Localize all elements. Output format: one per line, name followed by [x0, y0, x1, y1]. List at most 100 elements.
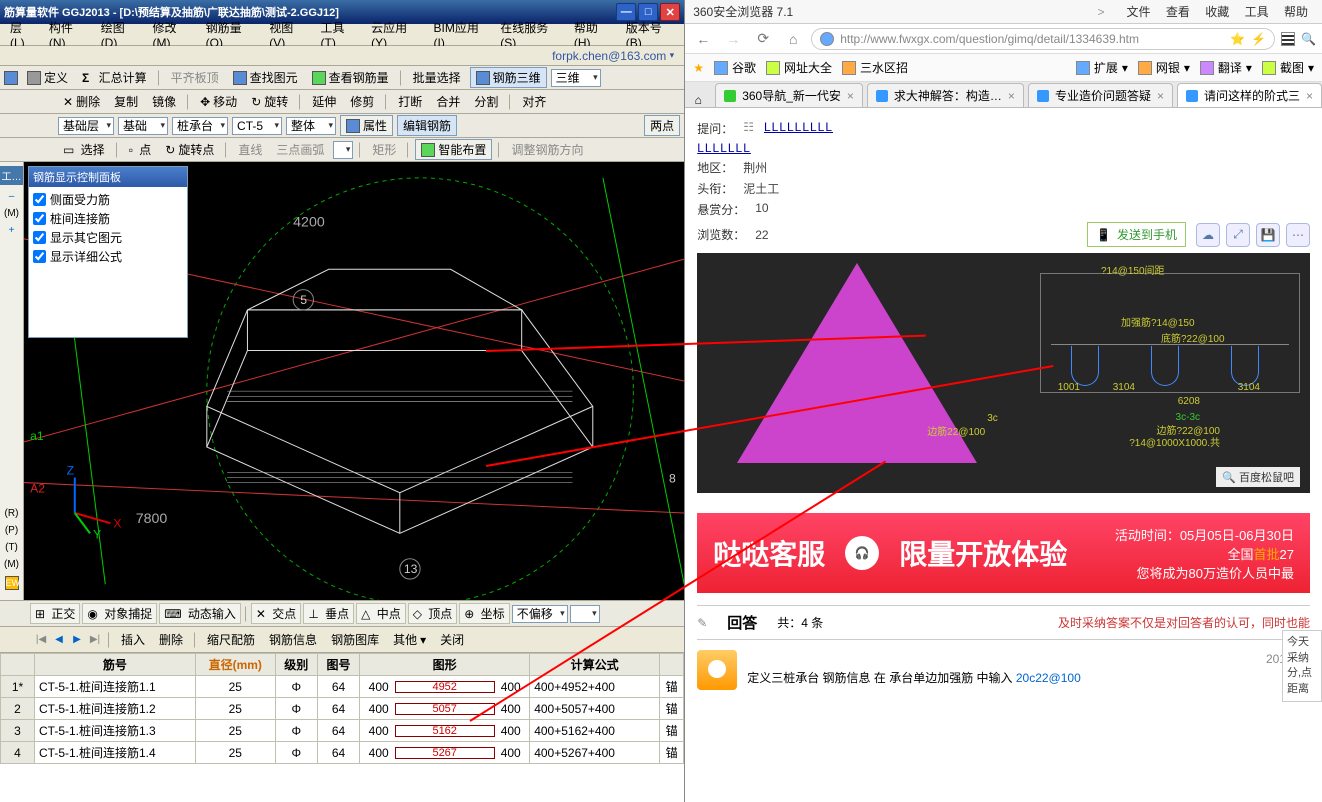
trim-button[interactable]: 修剪 [345, 91, 379, 112]
lightning-icon[interactable]: ⚡ [1251, 32, 1266, 46]
col-dia[interactable]: 直径(mm) [195, 654, 275, 676]
next-button[interactable]: ▶ [70, 633, 84, 647]
tab-close-icon[interactable]: × [1157, 89, 1164, 103]
bm-sites[interactable]: 网址大全 [766, 59, 832, 76]
browser-tab[interactable]: 专业造价问题答疑× [1028, 83, 1173, 107]
bm-file[interactable]: 文件 [1127, 5, 1151, 19]
align-button[interactable]: 对齐 [517, 91, 551, 112]
bm-google[interactable]: 谷歌 [714, 59, 756, 76]
rotate-point-tool[interactable]: ↻旋转点 [160, 139, 219, 160]
rebar-lib-button[interactable]: 钢筋图库 [326, 629, 384, 650]
browser-tab[interactable]: 360导航_新一代安× [715, 83, 863, 107]
forward-button[interactable]: → [721, 27, 745, 51]
insert-row-button[interactable]: 插入 [116, 629, 150, 650]
reload-button[interactable]: ⟳ [751, 27, 775, 51]
category-dropdown[interactable]: 基础 [118, 117, 168, 135]
bm-sanshui[interactable]: 三水区招 [842, 59, 908, 76]
offset-value-dropdown[interactable] [570, 605, 600, 623]
col-pic[interactable]: 图号 [317, 654, 359, 676]
prev-button[interactable]: ◀ [52, 633, 66, 647]
qr-icon[interactable] [1281, 32, 1295, 46]
screenshot-button[interactable]: 截图▾ [1262, 59, 1314, 76]
rebar-display-panel[interactable]: 钢筋显示控制面板 侧面受力筋 桩间连接筋 显示其它图元 显示详细公式 [28, 166, 188, 338]
col-shape[interactable]: 图形 [360, 654, 530, 676]
merge-button[interactable]: 合并 [431, 91, 465, 112]
draw-more-dropdown[interactable] [333, 141, 353, 159]
sum-button[interactable]: Σ 汇总计算 [77, 67, 152, 88]
delete-row-button[interactable]: 删除 [154, 629, 188, 650]
url-input[interactable]: http://www.fwxgx.com/question/gimq/detai… [811, 28, 1275, 50]
side-strip-label-1[interactable]: (M) [4, 208, 19, 219]
tab-close-icon[interactable]: × [1306, 89, 1313, 103]
cloud-icon[interactable]: ☁ [1196, 223, 1220, 247]
dyn-toggle[interactable]: ⌨ 动态输入 [159, 603, 241, 624]
find-pic-button[interactable]: 查找图元 [228, 67, 303, 88]
table-row[interactable]: 4CT-5-1.桩间连接筋1.425Φ644005267400400+5267+… [1, 742, 684, 764]
first-button[interactable]: |◀ [34, 633, 48, 647]
side-strip-label-3[interactable]: (P) [5, 525, 18, 536]
user-email[interactable]: forpk.chen@163.com [552, 49, 666, 63]
back-button[interactable]: ← [691, 27, 715, 51]
send-mobile-button[interactable]: 📱 发送到手机 [1087, 222, 1186, 247]
table-row[interactable]: 2CT-5-1.桩间连接筋1.225Φ644005057400400+5057+… [1, 698, 684, 720]
question-link-2[interactable]: LLLLLLL [697, 141, 751, 155]
fav-icon[interactable]: ★ [693, 61, 704, 75]
bank-button[interactable]: 网银▾ [1138, 59, 1190, 76]
opt-detail[interactable]: 显示详细公式 [33, 248, 183, 265]
select-tool[interactable]: ▭ 选择 [58, 139, 110, 160]
opt-other[interactable]: 显示其它图元 [33, 229, 183, 246]
ext-button[interactable]: 扩展▾ [1076, 59, 1128, 76]
mirror-button[interactable]: 镜像 [147, 91, 181, 112]
home-button[interactable]: ⌂ [781, 27, 805, 51]
extend-button[interactable]: 延伸 [307, 91, 341, 112]
adjust-dir-button[interactable]: 调整钢筋方向 [506, 139, 588, 160]
side-strip-label-2[interactable]: (R) [5, 508, 19, 519]
model-viewport[interactable]: 钢筋显示控制面板 侧面受力筋 桩间连接筋 显示其它图元 显示详细公式 [24, 162, 684, 600]
arc-tool[interactable]: 三点画弧 [271, 139, 329, 160]
close-table-button[interactable]: 关闭 [435, 629, 469, 650]
browser-tab[interactable]: 求大神解答：构造…× [867, 83, 1024, 107]
3d-dropdown[interactable]: 三维 [551, 69, 601, 87]
col-name[interactable]: 筋号 [35, 654, 196, 676]
bm-tool[interactable]: 工具 [1245, 5, 1269, 19]
translate-button[interactable]: 翻译▾ [1200, 59, 1252, 76]
type-dropdown[interactable]: 桩承台 [172, 117, 228, 135]
view-rebar-button[interactable]: 查看钢筋量 [307, 67, 394, 88]
ew-icon[interactable]: EW [5, 576, 19, 590]
line-tool[interactable]: 直线 [233, 139, 267, 160]
rebar-info-button[interactable]: 钢筋信息 [264, 629, 322, 650]
new-icon[interactable] [4, 71, 18, 85]
table-row[interactable]: 3CT-5-1.桩间连接筋1.325Φ644005162400400+5162+… [1, 720, 684, 742]
rebar-table[interactable]: 筋号 直径(mm) 级别 图号 图形 计算公式 1*CT-5-1.桩间连接筋1.… [0, 652, 684, 802]
search-icon[interactable]: 🔍 [1301, 32, 1316, 46]
flat-button[interactable]: 平齐板顶 [166, 67, 224, 88]
side-strip-header[interactable]: 工… [0, 166, 23, 185]
mid-toggle[interactable]: △ 中点 [356, 603, 406, 624]
bm-help[interactable]: 帮助 [1284, 5, 1308, 19]
rotate-button[interactable]: ↻旋转 [246, 91, 293, 112]
inter-toggle[interactable]: ✕ 交点 [251, 603, 301, 624]
save-icon[interactable]: 💾 [1256, 223, 1280, 247]
coord-toggle[interactable]: ⊕ 坐标 [459, 603, 509, 624]
promo-banner[interactable]: 哒哒客服 🎧 限量开放体验 活动时间：05月05日-06月30日 全国首批27 … [697, 513, 1310, 593]
rect-tool[interactable]: 矩形 [367, 139, 401, 160]
more-icon[interactable]: ⋯ [1286, 223, 1310, 247]
ortho-toggle[interactable]: ⊞ 正交 [30, 603, 80, 624]
split-button[interactable]: 分割 [469, 91, 503, 112]
snap-toggle[interactable]: ◉ 对象捕捉 [82, 603, 157, 624]
edit-rebar-button[interactable]: 编辑钢筋 [397, 115, 457, 136]
apex-toggle[interactable]: ◇ 顶点 [408, 603, 458, 624]
two-point-button[interactable]: 两点 [644, 115, 680, 136]
rebar-3d-button[interactable]: 钢筋三维 [470, 67, 547, 88]
home-tab[interactable]: ⌂ [685, 93, 711, 107]
last-button[interactable]: ▶| [88, 633, 102, 647]
attribute-button[interactable]: 属性 [340, 115, 393, 136]
scale-rebar-button[interactable]: 缩尺配筋 [202, 629, 260, 650]
side-strip-label-5[interactable]: (M) [4, 559, 19, 570]
element-dropdown[interactable]: CT-5 [232, 117, 282, 135]
break-button[interactable]: 打断 [393, 91, 427, 112]
bm-view[interactable]: 查看 [1166, 5, 1190, 19]
page-content[interactable]: 提问： ☷ LLLLLLLLL LLLLLLL 地区：荆州 头衔：泥土工 悬赏分… [685, 108, 1322, 802]
tab-close-icon[interactable]: × [847, 89, 854, 103]
floor-dropdown[interactable]: 基础层 [58, 117, 114, 135]
